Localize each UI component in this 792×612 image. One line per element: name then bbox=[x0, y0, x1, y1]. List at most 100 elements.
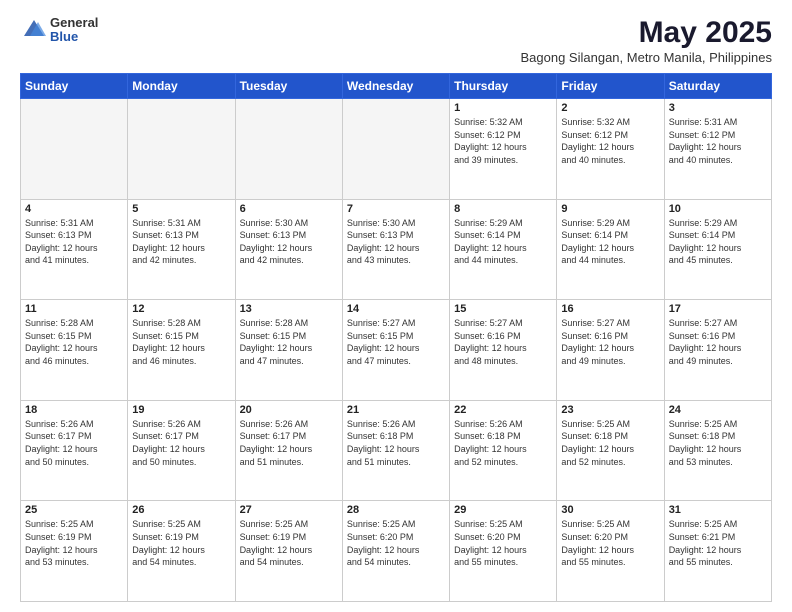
logo-blue-text: Blue bbox=[50, 30, 98, 44]
title-block: May 2025 Bagong Silangan, Metro Manila, … bbox=[521, 16, 773, 65]
calendar-cell: 5 Sunrise: 5:31 AM Sunset: 6:13 PM Daylig… bbox=[128, 199, 235, 300]
day-info: Sunrise: 5:28 AM Sunset: 6:15 PM Dayligh… bbox=[132, 317, 230, 367]
calendar-cell bbox=[21, 99, 128, 200]
calendar-day-header: Friday bbox=[557, 74, 664, 99]
calendar-header-row: SundayMondayTuesdayWednesdayThursdayFrid… bbox=[21, 74, 772, 99]
calendar-table: SundayMondayTuesdayWednesdayThursdayFrid… bbox=[20, 73, 772, 602]
day-info: Sunrise: 5:26 AM Sunset: 6:17 PM Dayligh… bbox=[240, 418, 338, 468]
day-info: Sunrise: 5:30 AM Sunset: 6:13 PM Dayligh… bbox=[347, 217, 445, 267]
day-number: 5 bbox=[132, 203, 230, 215]
day-number: 31 bbox=[669, 504, 767, 516]
day-number: 6 bbox=[240, 203, 338, 215]
calendar-cell: 1Sunrise: 5:32 AM Sunset: 6:12 PM Daylig… bbox=[450, 99, 557, 200]
day-info: Sunrise: 5:27 AM Sunset: 6:16 PM Dayligh… bbox=[561, 317, 659, 367]
calendar-week-row: 25Sunrise: 5:25 AM Sunset: 6:19 PM Dayli… bbox=[21, 501, 772, 602]
day-info: Sunrise: 5:31 AM Sunset: 6:13 PM Dayligh… bbox=[25, 217, 123, 267]
calendar-cell: 16 Sunrise: 5:27 AM Sunset: 6:16 PM Dayli… bbox=[557, 300, 664, 401]
day-number: 11 bbox=[25, 303, 123, 315]
day-number: 17 bbox=[669, 303, 767, 315]
day-info: Sunrise: 5:27 AM Sunset: 6:16 PM Dayligh… bbox=[454, 317, 552, 367]
day-number: 27 bbox=[240, 504, 338, 516]
day-info: Sunrise: 5:26 AM Sunset: 6:18 PM Dayligh… bbox=[454, 418, 552, 468]
calendar-cell: 20 Sunrise: 5:26 AM Sunset: 6:17 PM Dayli… bbox=[235, 400, 342, 501]
day-info: Sunrise: 5:29 AM Sunset: 6:14 PM Dayligh… bbox=[561, 217, 659, 267]
day-info: Sunrise: 5:31 AM Sunset: 6:12 PM Dayligh… bbox=[669, 116, 767, 166]
day-number: 8 bbox=[454, 203, 552, 215]
day-number: 19 bbox=[132, 404, 230, 416]
day-number: 9 bbox=[561, 203, 659, 215]
logo-general-text: General bbox=[50, 16, 98, 30]
calendar-cell: 4 Sunrise: 5:31 AM Sunset: 6:13 PM Daylig… bbox=[21, 199, 128, 300]
calendar-cell: 26 Sunrise: 5:25 AM Sunset: 6:19 PM Dayli… bbox=[128, 501, 235, 602]
day-number: 16 bbox=[561, 303, 659, 315]
calendar-week-row: 18 Sunrise: 5:26 AM Sunset: 6:17 PM Dayli… bbox=[21, 400, 772, 501]
day-number: 10 bbox=[669, 203, 767, 215]
day-number: 13 bbox=[240, 303, 338, 315]
day-info: Sunrise: 5:27 AM Sunset: 6:15 PM Dayligh… bbox=[347, 317, 445, 367]
day-info: Sunrise: 5:25 AM Sunset: 6:21 PM Dayligh… bbox=[669, 518, 767, 568]
day-number: 4 bbox=[25, 203, 123, 215]
day-info: Sunrise: 5:28 AM Sunset: 6:15 PM Dayligh… bbox=[240, 317, 338, 367]
calendar-cell: 11 Sunrise: 5:28 AM Sunset: 6:15 PM Dayli… bbox=[21, 300, 128, 401]
calendar-cell: 7 Sunrise: 5:30 AM Sunset: 6:13 PM Daylig… bbox=[342, 199, 449, 300]
calendar-cell: 19 Sunrise: 5:26 AM Sunset: 6:17 PM Dayli… bbox=[128, 400, 235, 501]
main-title: May 2025 bbox=[521, 16, 773, 50]
calendar-cell bbox=[235, 99, 342, 200]
calendar-day-header: Sunday bbox=[21, 74, 128, 99]
calendar-cell: 2Sunrise: 5:32 AM Sunset: 6:12 PM Daylig… bbox=[557, 99, 664, 200]
day-number: 26 bbox=[132, 504, 230, 516]
calendar-day-header: Wednesday bbox=[342, 74, 449, 99]
day-number: 15 bbox=[454, 303, 552, 315]
day-number: 24 bbox=[669, 404, 767, 416]
day-info: Sunrise: 5:27 AM Sunset: 6:16 PM Dayligh… bbox=[669, 317, 767, 367]
day-info: Sunrise: 5:25 AM Sunset: 6:18 PM Dayligh… bbox=[669, 418, 767, 468]
calendar-cell: 29 Sunrise: 5:25 AM Sunset: 6:20 PM Dayli… bbox=[450, 501, 557, 602]
day-number: 18 bbox=[25, 404, 123, 416]
calendar-day-header: Saturday bbox=[664, 74, 771, 99]
logo: General Blue bbox=[20, 16, 98, 45]
day-number: 20 bbox=[240, 404, 338, 416]
header: General Blue May 2025 Bagong Silangan, M… bbox=[20, 16, 772, 65]
day-number: 1 bbox=[454, 102, 552, 114]
calendar-cell: 18 Sunrise: 5:26 AM Sunset: 6:17 PM Dayli… bbox=[21, 400, 128, 501]
day-info: Sunrise: 5:25 AM Sunset: 6:19 PM Dayligh… bbox=[132, 518, 230, 568]
calendar-day-header: Tuesday bbox=[235, 74, 342, 99]
day-info: Sunrise: 5:26 AM Sunset: 6:17 PM Dayligh… bbox=[25, 418, 123, 468]
day-info: Sunrise: 5:29 AM Sunset: 6:14 PM Dayligh… bbox=[669, 217, 767, 267]
calendar-day-header: Thursday bbox=[450, 74, 557, 99]
calendar-cell: 23Sunrise: 5:25 AM Sunset: 6:18 PM Dayli… bbox=[557, 400, 664, 501]
calendar-day-header: Monday bbox=[128, 74, 235, 99]
calendar-cell: 13 Sunrise: 5:28 AM Sunset: 6:15 PM Dayli… bbox=[235, 300, 342, 401]
day-info: Sunrise: 5:25 AM Sunset: 6:20 PM Dayligh… bbox=[347, 518, 445, 568]
logo-text: General Blue bbox=[50, 16, 98, 45]
calendar-cell: 25Sunrise: 5:25 AM Sunset: 6:19 PM Dayli… bbox=[21, 501, 128, 602]
calendar-cell: 14 Sunrise: 5:27 AM Sunset: 6:15 PM Dayli… bbox=[342, 300, 449, 401]
calendar-cell: 28Sunrise: 5:25 AM Sunset: 6:20 PM Dayli… bbox=[342, 501, 449, 602]
day-number: 29 bbox=[454, 504, 552, 516]
day-number: 12 bbox=[132, 303, 230, 315]
calendar-week-row: 1 Sunrise: 5:32 AM Sunset: 6:12 PM Daylig… bbox=[21, 99, 772, 200]
calendar-week-row: 11 Sunrise: 5:28 AM Sunset: 6:15 PM Dayli… bbox=[21, 300, 772, 401]
calendar-cell: 3Sunrise: 5:31 AM Sunset: 6:12 PM Daylig… bbox=[664, 99, 771, 200]
day-number: 7 bbox=[347, 203, 445, 215]
day-number: 14 bbox=[347, 303, 445, 315]
calendar-cell: 27Sunrise: 5:25 AM Sunset: 6:19 PM Dayli… bbox=[235, 501, 342, 602]
calendar-cell: 24 Sunrise: 5:25 AM Sunset: 6:18 PM Dayli… bbox=[664, 400, 771, 501]
subtitle: Bagong Silangan, Metro Manila, Philippin… bbox=[521, 50, 773, 65]
day-number: 30 bbox=[561, 504, 659, 516]
calendar-cell: 31 Sunrise: 5:25 AM Sunset: 6:21 PM Dayli… bbox=[664, 501, 771, 602]
day-info: Sunrise: 5:28 AM Sunset: 6:15 PM Dayligh… bbox=[25, 317, 123, 367]
calendar-cell: 10 Sunrise: 5:29 AM Sunset: 6:14 PM Dayli… bbox=[664, 199, 771, 300]
calendar-cell: 21Sunrise: 5:26 AM Sunset: 6:18 PM Dayli… bbox=[342, 400, 449, 501]
day-info: Sunrise: 5:32 AM Sunset: 6:12 PM Dayligh… bbox=[561, 116, 659, 166]
day-number: 22 bbox=[454, 404, 552, 416]
calendar-cell: 17 Sunrise: 5:27 AM Sunset: 6:16 PM Dayli… bbox=[664, 300, 771, 401]
day-info: Sunrise: 5:25 AM Sunset: 6:20 PM Dayligh… bbox=[454, 518, 552, 568]
calendar-cell: 8Sunrise: 5:29 AM Sunset: 6:14 PM Daylig… bbox=[450, 199, 557, 300]
calendar-cell: 22 Sunrise: 5:26 AM Sunset: 6:18 PM Dayli… bbox=[450, 400, 557, 501]
day-info: Sunrise: 5:26 AM Sunset: 6:17 PM Dayligh… bbox=[132, 418, 230, 468]
calendar-cell: 6Sunrise: 5:30 AM Sunset: 6:13 PM Daylig… bbox=[235, 199, 342, 300]
day-info: Sunrise: 5:31 AM Sunset: 6:13 PM Dayligh… bbox=[132, 217, 230, 267]
calendar-cell: 12 Sunrise: 5:28 AM Sunset: 6:15 PM Dayli… bbox=[128, 300, 235, 401]
calendar-cell: 30Sunrise: 5:25 AM Sunset: 6:20 PM Dayli… bbox=[557, 501, 664, 602]
